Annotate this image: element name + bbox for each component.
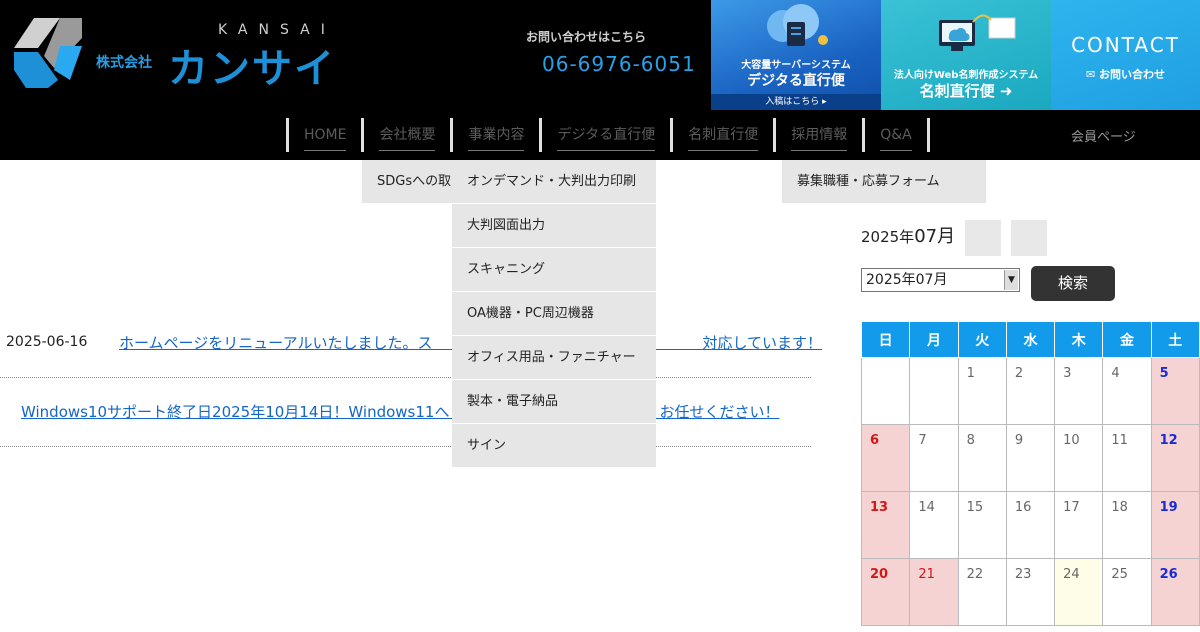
calendar-empty-cell bbox=[909, 357, 959, 425]
calendar-day-cell[interactable]: 13 bbox=[860, 491, 911, 559]
logo-company-type: 株式会社 bbox=[96, 55, 152, 71]
calendar-prev-button[interactable] bbox=[965, 220, 1001, 256]
dropdown-item-large-drawing[interactable]: 大判図面出力 bbox=[452, 204, 656, 248]
contact-banner-title: CONTACT bbox=[1071, 33, 1180, 57]
calendar-grid: 日 月 火 水 木 金 土 1 2 3 4 5 6 7 8 9 10 11 12 13 14 15 16 17 1… bbox=[860, 321, 1200, 626]
calendar-day-cell[interactable]: 4 bbox=[1102, 357, 1152, 425]
weekday-tue: 火 bbox=[957, 321, 1007, 358]
contact-banner-subtitle: ✉ お問い合わせ bbox=[1085, 68, 1166, 81]
calendar-day-cell[interactable]: 5 bbox=[1150, 357, 1200, 425]
month-select[interactable]: 2025年07月 ▼ bbox=[861, 268, 1020, 292]
news-date: 2025-06-16 bbox=[6, 334, 88, 350]
meishi-banner[interactable]: 法人向けWeb名刺作成システム 名刺直行便 ➜ bbox=[881, 0, 1051, 110]
server-illustration-icon bbox=[767, 4, 828, 46]
dropdown-item-scanning[interactable]: スキャニング bbox=[452, 248, 656, 292]
calendar-title: 2025年07月 bbox=[861, 222, 955, 248]
calendar-day-cell[interactable]: 20 bbox=[860, 558, 911, 626]
digitaru-banner-title: デジタる直行便 bbox=[747, 73, 845, 89]
kansai-logo-icon[interactable] bbox=[14, 18, 82, 88]
weekday-fri: 金 bbox=[1102, 321, 1152, 358]
company-dropdown: SDGsへの取 bbox=[362, 160, 452, 204]
calendar-day-cell[interactable]: 26 bbox=[1150, 558, 1200, 626]
dropdown-item-office-supplies[interactable]: オフィス用品・ファニチャー bbox=[452, 336, 656, 380]
digitaru-banner[interactable]: 大容量サーバーシステム デジタる直行便 入稿はこちら ▸ bbox=[711, 0, 881, 110]
calendar-empty-cell bbox=[860, 357, 911, 425]
calendar-week-row: 12345 bbox=[860, 357, 1200, 425]
calendar-week-row: 20 21 22 23 24 25 26 bbox=[860, 558, 1200, 626]
calendar-day-cell[interactable]: 3 bbox=[1054, 357, 1104, 425]
meishi-banner-subtitle: 法人向けWeb名刺作成システム bbox=[893, 70, 1039, 81]
news-item: 2025-06-16 ホームページをリニューアルいたしました。ス 対応しています… bbox=[0, 320, 822, 378]
logo-company-name[interactable]: カンサイ bbox=[168, 36, 336, 94]
calendar-day-cell[interactable]: 6 bbox=[860, 424, 911, 492]
weekday-sun: 日 bbox=[860, 321, 911, 358]
calendar-day-cell[interactable]: 14 bbox=[909, 491, 959, 559]
calendar-day-cell[interactable]: 8 bbox=[957, 424, 1007, 492]
recruit-dropdown: 募集職種・応募フォーム bbox=[782, 160, 986, 204]
dropdown-item-oa-equipment[interactable]: OA機器・PC周辺機器 bbox=[452, 292, 656, 336]
calendar-day-cell[interactable]: 16 bbox=[1005, 491, 1056, 559]
weekday-wed: 水 bbox=[1005, 321, 1056, 358]
nav-digitaru[interactable]: デジタる直行便 bbox=[539, 118, 670, 152]
calendar-next-button[interactable] bbox=[1011, 220, 1047, 256]
calendar-week-row: 6 7 8 9 10 11 12 bbox=[860, 424, 1200, 492]
digitaru-banner-subtitle: 大容量サーバーシステム bbox=[741, 60, 851, 71]
site-header: KANSAI 株式会社 カンサイ お問い合わせはこちら 06-6976-6051… bbox=[0, 0, 1200, 160]
dropdown-item-sdgs[interactable]: SDGsへの取 bbox=[362, 160, 452, 204]
calendar-month: 07月 bbox=[914, 226, 956, 247]
calendar-day-cell[interactable]: 18 bbox=[1102, 491, 1152, 559]
news-link[interactable]: Windows10サポート終了日2025年10月14日！Windows11へ お… bbox=[21, 401, 779, 422]
weekday-mon: 月 bbox=[909, 321, 959, 358]
member-page-link[interactable]: 会員ページ bbox=[1071, 126, 1136, 145]
nav-qa[interactable]: Q&A bbox=[862, 118, 930, 152]
contact-phone-number[interactable]: 06-6976-6051 bbox=[542, 52, 696, 76]
calendar-weekday-row: 日 月 火 水 木 金 土 bbox=[860, 321, 1200, 358]
nav-meishi[interactable]: 名刺直行便 bbox=[670, 118, 773, 152]
calendar-search-button[interactable]: 検索 bbox=[1031, 266, 1115, 301]
calendar-day-cell[interactable]: 22 bbox=[957, 558, 1007, 626]
calendar-day-cell[interactable]: 25 bbox=[1102, 558, 1152, 626]
contact-label: お問い合わせはこちら bbox=[526, 30, 647, 44]
calendar-day-cell[interactable]: 12 bbox=[1150, 424, 1200, 492]
weekday-sat: 土 bbox=[1150, 321, 1200, 358]
nav-recruit[interactable]: 採用情報 bbox=[773, 118, 862, 152]
meishi-banner-title: 名刺直行便 ➜ bbox=[919, 82, 1013, 100]
calendar-day-cell[interactable]: 21 bbox=[909, 558, 959, 626]
nav-business[interactable]: 事業内容 bbox=[450, 118, 539, 152]
main-nav: HOME 会社概要 事業内容 デジタる直行便 名刺直行便 採用情報 Q&A bbox=[286, 118, 930, 152]
news-item: Windows10サポート終了日2025年10月14日！Windows11へ お… bbox=[0, 389, 811, 447]
contact-banner[interactable]: CONTACT ✉ お問い合わせ bbox=[1051, 0, 1200, 110]
nav-home[interactable]: HOME bbox=[286, 118, 361, 152]
calendar-body: 1 2 3 4 5 6 7 8 9 10 11 12 13 14 15 16 17 18 19 20 21 22 23 24 2… bbox=[860, 357, 1200, 626]
calendar-day-cell[interactable]: 7 bbox=[909, 424, 959, 492]
chevron-down-icon: ▼ bbox=[1004, 270, 1018, 290]
calendar-day-cell[interactable]: 11 bbox=[1102, 424, 1152, 492]
digitaru-banner-link[interactable]: 入稿はこちら ▸ bbox=[711, 94, 881, 110]
dropdown-item-ondemand[interactable]: オンデマンド・大判出力印刷 bbox=[452, 160, 656, 204]
weekday-thu: 木 bbox=[1054, 321, 1104, 358]
calendar-day-cell[interactable]: 10 bbox=[1054, 424, 1104, 492]
calendar-year: 2025年 bbox=[861, 228, 915, 246]
business-dropdown: オンデマンド・大判出力印刷 大判図面出力 スキャニング OA機器・PC周辺機器 … bbox=[452, 160, 656, 468]
dropdown-item-binding[interactable]: 製本・電子納品 bbox=[452, 380, 656, 424]
calendar-day-cell[interactable]: 17 bbox=[1054, 491, 1104, 559]
monitor-card-icon bbox=[939, 14, 1016, 51]
calendar-day-cell[interactable]: 2 bbox=[1005, 357, 1056, 425]
calendar-day-cell[interactable]: 15 bbox=[957, 491, 1007, 559]
nav-company[interactable]: 会社概要 bbox=[361, 118, 450, 152]
calendar-day-cell[interactable]: 1 bbox=[957, 357, 1007, 425]
calendar-week-row: 13 14 15 16 17 18 19 bbox=[860, 491, 1200, 559]
calendar-day-cell[interactable]: 9 bbox=[1005, 424, 1056, 492]
month-select-value: 2025年07月 bbox=[866, 272, 948, 288]
calendar-day-cell[interactable]: 23 bbox=[1005, 558, 1056, 626]
calendar-day-cell[interactable]: 19 bbox=[1150, 491, 1200, 559]
dropdown-item-sign[interactable]: サイン bbox=[452, 424, 656, 468]
calendar-day-cell[interactable]: 24 bbox=[1054, 558, 1104, 626]
dropdown-item-job-form[interactable]: 募集職種・応募フォーム bbox=[782, 160, 986, 204]
